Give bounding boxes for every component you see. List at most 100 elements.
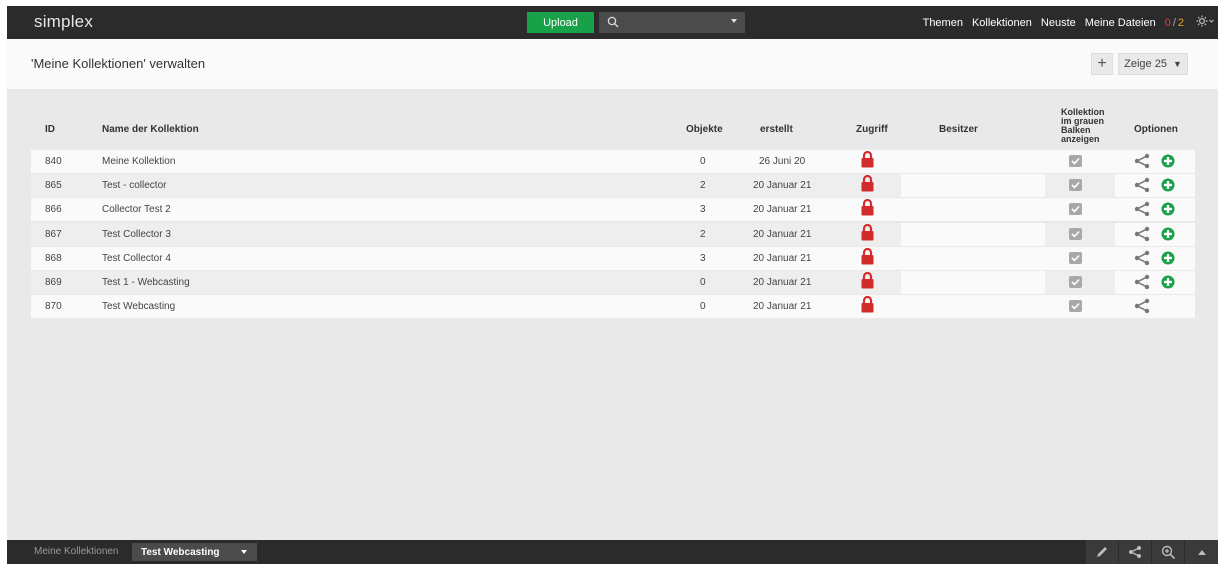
show-in-bar-checkbox[interactable] [1069, 276, 1082, 288]
table-row[interactable]: 869 Test 1 - Webcasting 0 20 Januar 21 [31, 271, 1195, 294]
row-objekte: 0 [700, 277, 706, 288]
nav-themen[interactable]: Themen [923, 17, 963, 29]
table-row[interactable]: 866 Collector Test 2 3 20 Januar 21 [31, 198, 1195, 222]
col-name[interactable]: Name der Kollektion [102, 124, 199, 135]
share-button[interactable] [1119, 540, 1151, 564]
chevron-down-icon[interactable] [731, 19, 737, 23]
top-bar: simplex Upload Themen Kollektionen Neust… [7, 6, 1218, 39]
caret-down-icon: ▼ [1172, 59, 1182, 69]
collection-select-value: Test Webcasting [141, 547, 220, 558]
col-besitzer[interactable]: Besitzer [939, 124, 978, 135]
share-icon[interactable] [1134, 298, 1150, 317]
show-in-bar-checkbox[interactable] [1069, 203, 1082, 216]
col-erstellt[interactable]: erstellt [760, 124, 793, 135]
col-grauer-balken-line: anzeigen [1061, 134, 1100, 144]
logo[interactable]: simplex [34, 12, 93, 32]
share-icon[interactable] [1134, 274, 1150, 293]
row-erstellt: 20 Januar 21 [753, 301, 812, 313]
table-row[interactable]: 870 Test Webcasting 0 20 Januar 21 [31, 295, 1195, 319]
page-size-select[interactable]: Zeige 25 ▼ [1118, 53, 1188, 75]
optionen-cell [1115, 295, 1195, 319]
row-name[interactable]: Meine Kollektion [102, 156, 175, 167]
row-id: 866 [45, 204, 62, 216]
top-nav: Themen Kollektionen Neuste Meine Dateien… [923, 6, 1218, 39]
my-collections-label[interactable]: Meine Kollektionen [34, 546, 119, 557]
besitzer-cell [901, 222, 1045, 246]
share-icon[interactable] [1134, 250, 1150, 269]
nav-meine-dateien[interactable]: Meine Dateien [1085, 17, 1156, 29]
lock-icon[interactable] [861, 271, 874, 292]
nav-neuste[interactable]: Neuste [1041, 17, 1076, 29]
search-icon [607, 16, 619, 28]
optionen-cell [1115, 222, 1195, 246]
share-icon[interactable] [1134, 153, 1150, 172]
row-name[interactable]: Test Collector 3 [102, 229, 171, 240]
col-objekte[interactable]: Objekte [686, 124, 723, 135]
row-name[interactable]: Test - collector [102, 180, 166, 191]
show-in-bar-checkbox[interactable] [1069, 300, 1082, 313]
zoom-in-icon [1161, 545, 1175, 559]
add-icon[interactable] [1161, 202, 1175, 219]
row-objekte: 0 [700, 301, 706, 313]
dateien-count-a: 0 [1164, 16, 1171, 29]
row-erstellt: 20 Januar 21 [753, 228, 812, 240]
page-size-label: Zeige 25 [1124, 58, 1167, 70]
share-icon[interactable] [1134, 226, 1150, 245]
col-grauer-balken[interactable]: Kollektion im grauen Balken anzeigen [1061, 108, 1105, 144]
lock-icon[interactable] [861, 150, 874, 171]
show-in-bar-checkbox[interactable] [1069, 227, 1082, 240]
add-icon[interactable] [1161, 227, 1175, 244]
gear-icon[interactable] [1196, 15, 1214, 30]
caret-up-icon [1197, 550, 1206, 555]
row-name[interactable]: Test 1 - Webcasting [102, 277, 190, 288]
row-name[interactable]: Test Webcasting [102, 301, 175, 312]
table-row[interactable]: 868 Test Collector 4 3 20 Januar 21 [31, 246, 1195, 270]
optionen-cell [1115, 271, 1195, 294]
lock-icon[interactable] [861, 223, 874, 244]
upload-button[interactable]: Upload [527, 12, 594, 33]
row-id: 869 [45, 277, 62, 288]
nav-kollektionen[interactable]: Kollektionen [972, 17, 1032, 29]
add-icon[interactable] [1161, 251, 1175, 268]
row-objekte: 2 [700, 228, 706, 240]
app-frame: simplex Upload Themen Kollektionen Neust… [7, 6, 1218, 564]
share-icon[interactable] [1134, 177, 1150, 196]
row-id: 865 [45, 180, 62, 192]
row-name[interactable]: Collector Test 2 [102, 204, 171, 215]
edit-button[interactable] [1086, 540, 1118, 564]
lock-icon[interactable] [861, 296, 874, 316]
lock-icon[interactable] [861, 247, 874, 268]
add-icon[interactable] [1161, 154, 1175, 171]
dateien-count-sep: / [1172, 16, 1176, 29]
search-input[interactable] [599, 12, 745, 33]
collapse-bar-button[interactable] [1185, 540, 1218, 564]
add-icon[interactable] [1161, 275, 1175, 292]
row-erstellt: 20 Januar 21 [753, 252, 812, 264]
share-icon [1129, 546, 1141, 558]
col-zugriff[interactable]: Zugriff [856, 124, 888, 135]
show-in-bar-checkbox[interactable] [1069, 179, 1082, 192]
zoom-button[interactable] [1152, 540, 1184, 564]
col-id[interactable]: ID [45, 124, 55, 135]
add-collection-button[interactable]: + [1091, 53, 1113, 75]
table-row[interactable]: 840 Meine Kollektion 0 26 Juni 20 [31, 150, 1195, 173]
collection-select[interactable]: Test Webcasting [132, 543, 257, 561]
share-icon[interactable] [1134, 201, 1150, 220]
row-erstellt: 20 Januar 21 [753, 277, 812, 288]
row-objekte: 3 [700, 204, 706, 216]
show-in-bar-checkbox[interactable] [1069, 155, 1082, 167]
row-erstellt: 20 Januar 21 [753, 204, 812, 216]
col-optionen: Optionen [1134, 124, 1178, 135]
row-id: 868 [45, 252, 62, 264]
table-row[interactable]: 865 Test - collector 2 20 Januar 21 [31, 174, 1195, 198]
besitzer-cell [901, 295, 1045, 319]
row-name[interactable]: Test Collector 4 [102, 253, 171, 264]
optionen-cell [1115, 246, 1195, 270]
lock-icon[interactable] [861, 199, 874, 219]
lock-icon[interactable] [861, 175, 874, 195]
table-row[interactable]: 867 Test Collector 3 2 20 Januar 21 [31, 222, 1195, 246]
show-in-bar-checkbox[interactable] [1069, 251, 1082, 264]
add-icon[interactable] [1161, 178, 1175, 195]
row-id: 867 [45, 228, 62, 240]
row-id: 840 [45, 156, 62, 167]
